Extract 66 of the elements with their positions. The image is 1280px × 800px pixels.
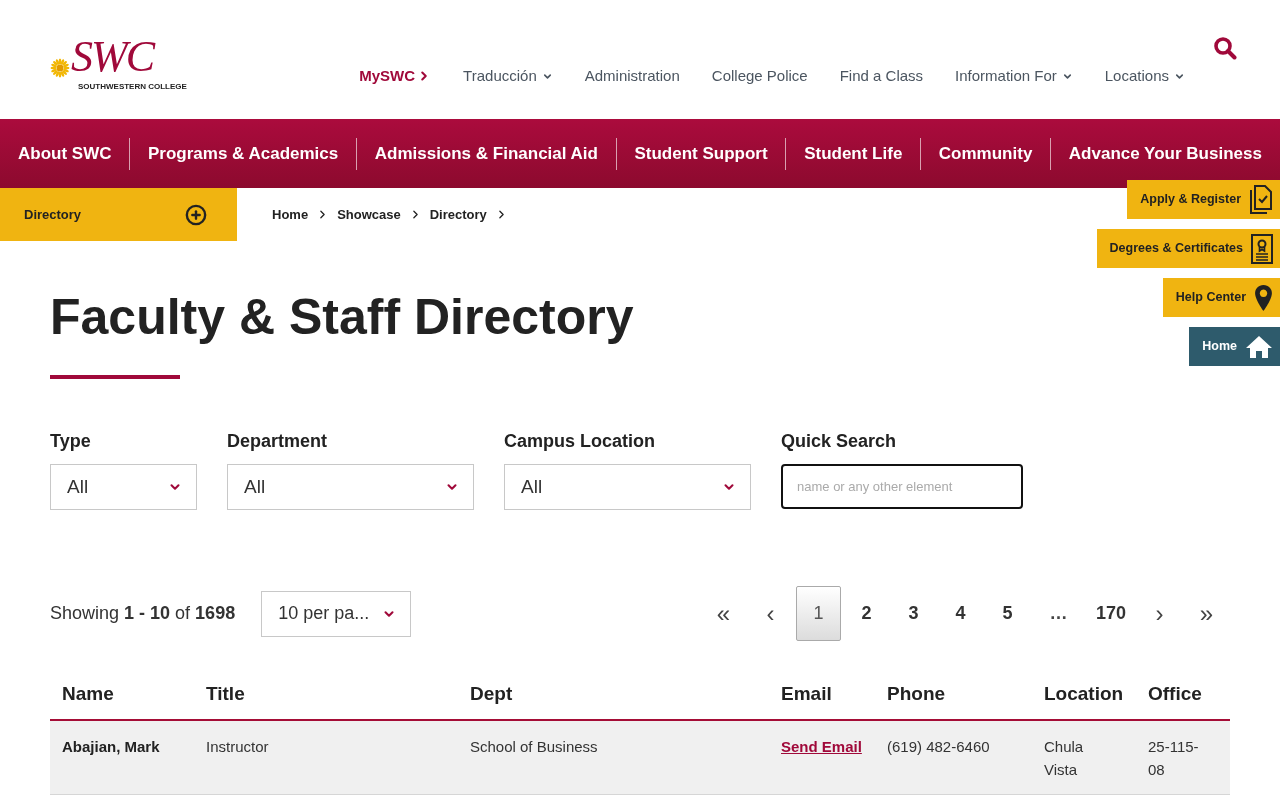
breadcrumb-link[interactable]: Home bbox=[272, 204, 309, 225]
search-field[interactable]: name or any other element bbox=[781, 464, 1023, 509]
email-link[interactable]: Send Email bbox=[781, 738, 862, 755]
page-button[interactable]: 2 bbox=[842, 586, 890, 641]
logo-wordmark: SWC bbox=[71, 32, 153, 82]
main-nav-link[interactable]: Advance Your Business bbox=[1068, 140, 1262, 167]
main-nav-link[interactable]: Student Life bbox=[804, 140, 903, 167]
breadcrumb-link[interactable]: Showcase bbox=[337, 204, 401, 225]
search-icon[interactable] bbox=[1213, 36, 1237, 60]
select-field[interactable]: All bbox=[50, 464, 197, 510]
page-button[interactable]: 4 bbox=[936, 586, 984, 641]
filter-label: Campus Location bbox=[504, 430, 655, 453]
column-header: Email bbox=[781, 683, 832, 704]
select-field[interactable]: All bbox=[504, 464, 751, 510]
column-header: Title bbox=[206, 683, 245, 704]
main-nav-link[interactable]: Student Support bbox=[634, 140, 768, 167]
utility-link[interactable]: College Police bbox=[711, 66, 808, 86]
page-title: Faculty & Staff Directory bbox=[50, 288, 634, 347]
filter-label: Type bbox=[50, 430, 91, 453]
house-icon bbox=[1245, 334, 1273, 359]
utility-link[interactable]: Find a Class bbox=[839, 66, 924, 86]
page-button[interactable]: 3 bbox=[889, 586, 937, 641]
filter-label: Quick Search bbox=[781, 430, 897, 453]
table-cell-text: Chula Vista bbox=[1044, 737, 1085, 780]
column-header: Phone bbox=[887, 683, 946, 704]
sunflower-icon bbox=[50, 58, 70, 78]
utility-link[interactable]: Administration bbox=[584, 66, 680, 86]
main-nav-link[interactable]: Programs & Academics bbox=[148, 140, 339, 167]
last-page-button[interactable]: » bbox=[1183, 586, 1230, 641]
filter-label: Department bbox=[227, 430, 328, 453]
quick-link[interactable]: Help Center bbox=[1162, 278, 1280, 317]
select-field[interactable]: All bbox=[227, 464, 474, 510]
utility-link[interactable]: Locations bbox=[1104, 66, 1185, 86]
next-page-button[interactable]: › bbox=[1136, 586, 1183, 641]
column-header: Dept bbox=[470, 683, 513, 704]
results-summary: Showing 1 - 10 of 1698 bbox=[50, 602, 236, 625]
quick-link[interactable]: Apply & Register bbox=[1127, 180, 1280, 219]
pagination-ellipsis: … bbox=[1048, 602, 1069, 625]
column-header: Office bbox=[1148, 683, 1202, 704]
main-nav-link[interactable]: Community bbox=[938, 140, 1033, 167]
first-page-button[interactable]: « bbox=[699, 586, 747, 641]
quick-link[interactable]: Home bbox=[1189, 327, 1280, 366]
utility-link[interactable]: MySWC bbox=[359, 66, 432, 86]
previous-page-button[interactable]: ‹ bbox=[746, 586, 794, 641]
documents-check-icon bbox=[1249, 184, 1273, 215]
page-size-select[interactable]: 10 per pa... bbox=[261, 590, 412, 637]
utility-link[interactable]: Traducción bbox=[463, 66, 553, 86]
page-button[interactable]: 170 bbox=[1085, 586, 1136, 641]
breadcrumb-link[interactable]: Directory bbox=[429, 204, 487, 225]
table-cell: Abajian, Mark bbox=[62, 738, 160, 755]
map-pin-icon bbox=[1254, 283, 1273, 312]
page-button[interactable]: 1 bbox=[795, 586, 841, 641]
column-header: Location bbox=[1044, 683, 1124, 704]
utility-link[interactable]: Information For bbox=[955, 66, 1073, 86]
section-menu-toggle[interactable]: Directory bbox=[0, 188, 237, 241]
table-cell-text: School of Business bbox=[470, 737, 598, 757]
column-header: Name bbox=[62, 683, 114, 704]
table-cell-text: 25-115-08 bbox=[1148, 737, 1200, 780]
table-cell-text: Instructor bbox=[206, 737, 269, 757]
logo-subtitle: SOUTHWESTERN COLLEGE bbox=[78, 82, 187, 92]
main-nav-link[interactable]: Admissions & Financial Aid bbox=[374, 140, 598, 167]
page-button[interactable]: 5 bbox=[983, 586, 1031, 641]
main-nav-link[interactable]: About SWC bbox=[18, 140, 112, 167]
quick-link[interactable]: Degrees & Certificates bbox=[1096, 229, 1280, 268]
table-cell-text: (619) 482-6460 bbox=[887, 737, 990, 757]
certificate-icon bbox=[1251, 233, 1273, 264]
